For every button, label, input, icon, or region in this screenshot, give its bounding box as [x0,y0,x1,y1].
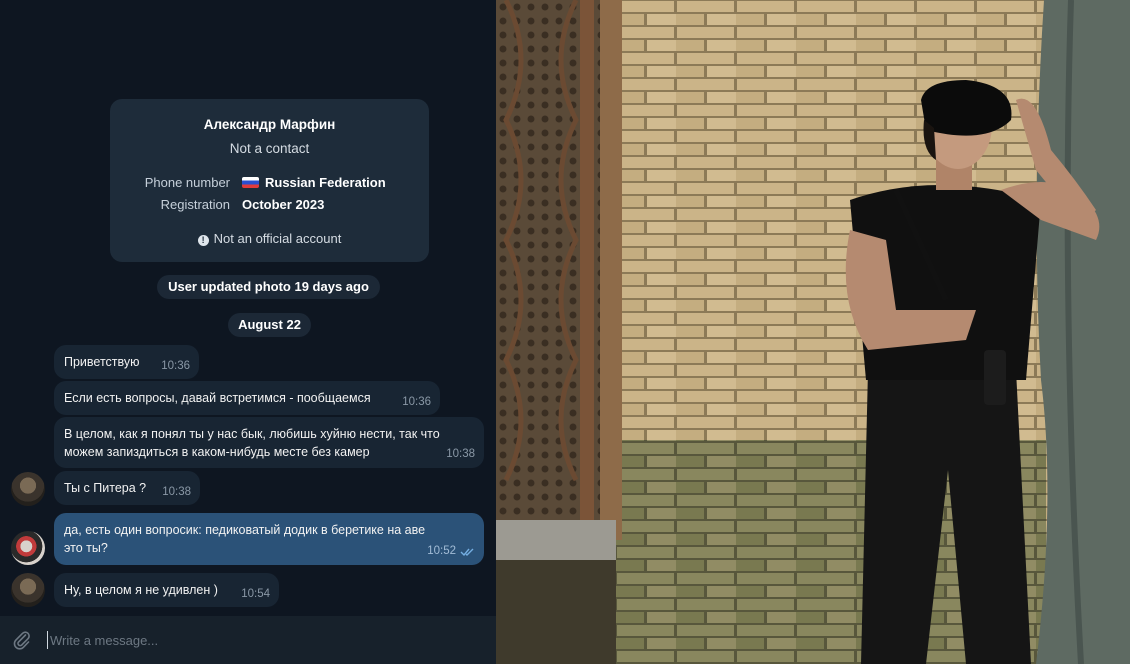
date-separator: August 22 [228,313,311,337]
message-time: 10:36 [161,360,190,372]
paperclip-icon[interactable] [11,629,33,651]
official-account-text: Not an official account [213,231,342,246]
double-check-icon [460,548,474,557]
message-bubble[interactable]: Приветствую 10:36 [54,345,199,379]
message-bubble[interactable]: Ну, в целом я не удивлен ) 10:54 [54,573,279,607]
message-time: 10:52 [427,545,456,557]
my-avatar[interactable] [11,531,45,565]
photo-illustration [496,0,1130,664]
phone-number-value: Russian Federation [242,175,386,190]
message-time: 10:38 [162,486,191,498]
service-message-photo-update[interactable]: User updated photo 19 days ago [157,275,380,299]
message-bubble[interactable]: Ты с Питера ? 10:38 [54,471,200,505]
message-time: 10:54 [241,588,270,600]
message-bubble[interactable]: Если есть вопросы, давай встретимся - по… [54,381,440,415]
flag-ru-icon [242,177,259,188]
message-text: Ну, в целом я не удивлен ) [64,583,218,597]
message-text: Если есть вопросы, давай встретимся - по… [64,391,371,405]
registration-value: October 2023 [242,197,325,212]
sender-avatar[interactable] [11,573,45,607]
message-text: да, есть один вопросик: педиковатый доди… [64,523,426,555]
message-text: В целом, как я понял ты у нас бык, любиш… [64,427,440,459]
message-input[interactable] [50,627,480,653]
info-icon: ! [197,235,209,246]
official-account-note: ! Not an official account [110,231,429,246]
text-caret [47,631,48,649]
message-composer [0,616,496,664]
phone-number-label: Phone number [144,175,230,190]
profile-photo[interactable] [496,0,1130,664]
contact-status: Not a contact [229,141,310,156]
message-time: 10:38 [446,448,475,460]
chat-pane: Александр Марфин Not a contact Phone num… [0,0,496,664]
message-time: 10:36 [402,396,431,408]
contact-name[interactable]: Александр Марфин [110,117,429,132]
profile-info-card: Александр Марфин Not a contact Phone num… [110,99,429,262]
message-bubble-outgoing[interactable]: да, есть один вопросик: педиковатый доди… [54,513,484,565]
message-bubble[interactable]: В целом, как я понял ты у нас бык, любиш… [54,417,484,468]
registration-label: Registration [160,197,230,212]
sender-avatar[interactable] [11,472,45,506]
phone-country: Russian Federation [265,175,386,190]
